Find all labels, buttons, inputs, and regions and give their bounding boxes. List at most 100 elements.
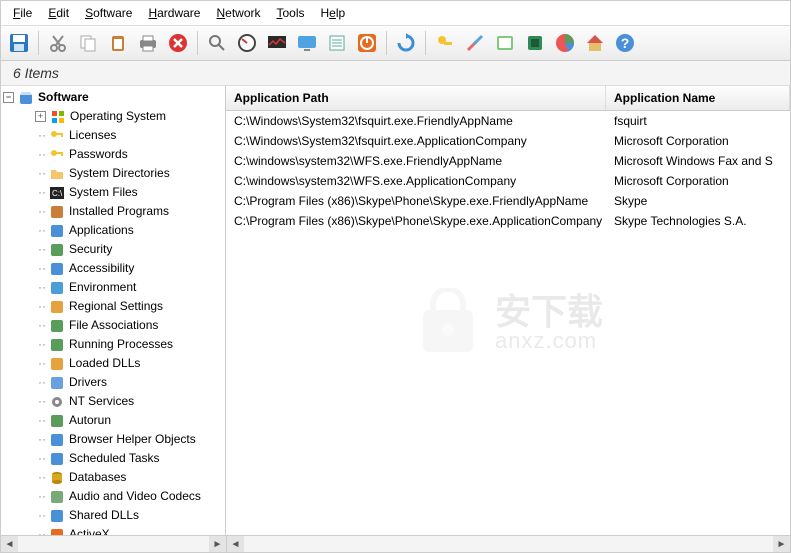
key-icon[interactable]: [431, 29, 459, 57]
scroll-right-icon[interactable]: ►: [773, 536, 790, 552]
tree-root-software[interactable]: − Software: [1, 88, 225, 107]
tree-connector: ··: [35, 336, 49, 353]
menu-tools[interactable]: Tools: [268, 3, 312, 23]
collapse-icon[interactable]: −: [3, 92, 14, 103]
cell-path: C:\Program Files (x86)\Skype\Phone\Skype…: [226, 213, 606, 229]
cell-name: Skype Technologies S.A.: [606, 213, 790, 229]
tree-item-label: Security: [69, 241, 112, 258]
win-icon: [50, 109, 66, 125]
menu-help[interactable]: Help: [313, 3, 354, 23]
cell-path: C:\Windows\System32\fsquirt.exe.Friendly…: [226, 113, 606, 129]
tree-item-activex[interactable]: ··ActiveX: [1, 525, 225, 535]
tree-item-audio-and-video-codecs[interactable]: ·· Audio and Video Codecs: [1, 487, 225, 506]
db-icon: [49, 470, 65, 486]
tree-item-licenses[interactable]: ··Licenses: [1, 126, 225, 145]
tree-item-passwords[interactable]: ··Passwords: [1, 145, 225, 164]
list-row[interactable]: C:\Windows\System32\fsquirt.exe.Applicat…: [226, 131, 790, 151]
power-icon[interactable]: [353, 29, 381, 57]
tree-item-label: Databases: [69, 469, 126, 486]
tree-connector: ··: [35, 488, 49, 505]
col-header-path[interactable]: Application Path: [226, 86, 606, 110]
menu-network[interactable]: Network: [208, 3, 268, 23]
assoc-icon: [49, 318, 65, 334]
menu-bar: File Edit Software Hardware Network Tool…: [1, 1, 790, 26]
tree-item-label: Audio and Video Codecs: [69, 488, 201, 505]
tree-connector: ··: [35, 450, 49, 467]
svg-text:C:\: C:\: [52, 189, 63, 198]
sdll-icon: [49, 508, 65, 524]
tree-item-operating-system[interactable]: +Operating System: [1, 107, 225, 126]
program-icon[interactable]: [491, 29, 519, 57]
pkey-icon: [49, 147, 65, 163]
tree-item-browser-helper-objects[interactable]: ··Browser Helper Objects: [1, 430, 225, 449]
search-icon[interactable]: [203, 29, 231, 57]
tree-item-scheduled-tasks[interactable]: ··Scheduled Tasks: [1, 449, 225, 468]
list-hscroll[interactable]: ◄ ►: [227, 535, 790, 552]
software-icon: [18, 90, 34, 106]
scroll-right-icon[interactable]: ►: [209, 536, 226, 552]
tree-pane[interactable]: − Software +Operating System··Licenses··…: [1, 86, 226, 535]
toolbar: ?: [1, 26, 790, 61]
tree-item-shared-dlls[interactable]: ··Shared DLLs: [1, 506, 225, 525]
menu-edit[interactable]: Edit: [40, 3, 77, 23]
globe-icon: [49, 280, 65, 296]
paste-icon[interactable]: [104, 29, 132, 57]
col-header-name[interactable]: Application Name: [606, 86, 790, 110]
monitor-icon[interactable]: [263, 29, 291, 57]
save-icon[interactable]: [5, 29, 33, 57]
tree-item-regional-settings[interactable]: ··Regional Settings: [1, 297, 225, 316]
tree-item-system-files[interactable]: ··C:\System Files: [1, 183, 225, 202]
home-icon[interactable]: [581, 29, 609, 57]
list-icon[interactable]: [323, 29, 351, 57]
list-body[interactable]: 安下载 anxz.com C:\Windows\System32\fsquirt…: [226, 111, 790, 535]
list-row[interactable]: C:\windows\system32\WFS.exe.ApplicationC…: [226, 171, 790, 191]
svg-text:?: ?: [621, 35, 630, 51]
tree-item-nt-services[interactable]: ··NT Services: [1, 392, 225, 411]
tree-item-label: Drivers: [69, 374, 107, 391]
tree-item-label: ActiveX: [69, 526, 110, 535]
cell-path: C:\windows\system32\WFS.exe.ApplicationC…: [226, 173, 606, 189]
tree-connector: ··: [35, 165, 49, 182]
tools-icon[interactable]: [461, 29, 489, 57]
chip-icon[interactable]: [521, 29, 549, 57]
list-row[interactable]: C:\Program Files (x86)\Skype\Phone\Skype…: [226, 211, 790, 231]
tree-item-environment[interactable]: ··Environment: [1, 278, 225, 297]
scroll-left-icon[interactable]: ◄: [227, 536, 244, 552]
help-icon[interactable]: ?: [611, 29, 639, 57]
tree-item-loaded-dlls[interactable]: ··Loaded DLLs: [1, 354, 225, 373]
tree-connector: ··: [35, 431, 49, 448]
tree-item-security[interactable]: ··Security: [1, 240, 225, 259]
tree-item-drivers[interactable]: ··Drivers: [1, 373, 225, 392]
refresh-icon[interactable]: [392, 29, 420, 57]
display-icon[interactable]: [293, 29, 321, 57]
tree-item-accessibility[interactable]: ··Accessibility: [1, 259, 225, 278]
tree-item-label: System Files: [69, 184, 138, 201]
scroll-left-icon[interactable]: ◄: [1, 536, 18, 552]
codec-icon: [49, 489, 65, 505]
menu-hardware[interactable]: Hardware: [140, 3, 208, 23]
cut-icon[interactable]: [44, 29, 72, 57]
close-icon[interactable]: [164, 29, 192, 57]
tree-item-file-associations[interactable]: ··File Associations: [1, 316, 225, 335]
tree-item-label: Regional Settings: [69, 298, 163, 315]
list-row[interactable]: C:\Program Files (x86)\Skype\Phone\Skype…: [226, 191, 790, 211]
tree-hscroll[interactable]: ◄ ►: [1, 535, 226, 552]
tree-item-autorun[interactable]: ··Autorun: [1, 411, 225, 430]
list-row[interactable]: C:\windows\system32\WFS.exe.FriendlyAppN…: [226, 151, 790, 171]
gauge-icon[interactable]: [233, 29, 261, 57]
tree-item-applications[interactable]: ··Applications: [1, 221, 225, 240]
tree-item-system-directories[interactable]: ··System Directories: [1, 164, 225, 183]
expand-icon[interactable]: +: [35, 111, 46, 122]
copy-icon[interactable]: [74, 29, 102, 57]
menu-file[interactable]: File: [5, 3, 40, 23]
tree-item-installed-programs[interactable]: ··Installed Programs: [1, 202, 225, 221]
tree-item-running-processes[interactable]: ··Running Processes: [1, 335, 225, 354]
chart-icon[interactable]: [551, 29, 579, 57]
list-row[interactable]: C:\Windows\System32\fsquirt.exe.Friendly…: [226, 111, 790, 131]
tree-item-label: NT Services: [69, 393, 134, 410]
menu-software[interactable]: Software: [77, 3, 140, 23]
tree-connector: ··: [35, 317, 49, 334]
tree-item-databases[interactable]: ··Databases: [1, 468, 225, 487]
print-icon[interactable]: [134, 29, 162, 57]
cell-path: C:\Program Files (x86)\Skype\Phone\Skype…: [226, 193, 606, 209]
